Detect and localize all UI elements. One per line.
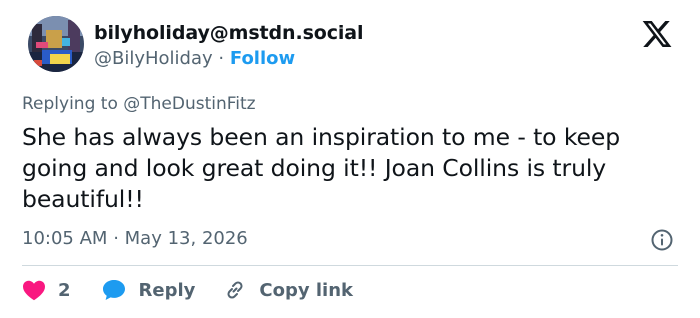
meta-separator: · — [113, 228, 119, 249]
action-bar: 2 Reply Copy link — [22, 278, 353, 302]
author-handle-row: @BilyHoliday · Follow — [94, 48, 295, 69]
replying-to: Replying to @TheDustinFitz — [22, 94, 256, 114]
handle-separator: · — [218, 48, 225, 69]
follow-button[interactable]: Follow — [230, 48, 295, 69]
divider — [22, 265, 678, 266]
like-button[interactable]: 2 — [22, 279, 71, 301]
heart-icon — [23, 280, 45, 301]
avatar[interactable] — [28, 16, 84, 72]
tweet-date[interactable]: May 13, 2026 — [125, 228, 248, 249]
avatar-image — [28, 16, 84, 72]
tweet-text: She has always been an inspiration to me… — [22, 123, 621, 213]
author-display-name[interactable]: bilyholiday@mstdn.social — [94, 22, 364, 44]
copy-link-label: Copy link — [259, 279, 353, 301]
tweet-time[interactable]: 10:05 AM — [22, 228, 107, 249]
copy-link-button[interactable]: Copy link — [223, 278, 353, 302]
speech-bubble-icon — [102, 280, 125, 300]
reply-button[interactable]: Reply — [101, 278, 196, 302]
info-icon[interactable] — [650, 228, 674, 252]
like-count: 2 — [58, 279, 71, 301]
author-handle[interactable]: @BilyHoliday — [94, 48, 213, 69]
x-logo-icon[interactable] — [640, 18, 674, 50]
tweet-meta: 10:05 AM · May 13, 2026 — [22, 228, 248, 249]
reply-label: Reply — [138, 279, 196, 301]
link-icon — [227, 281, 243, 299]
